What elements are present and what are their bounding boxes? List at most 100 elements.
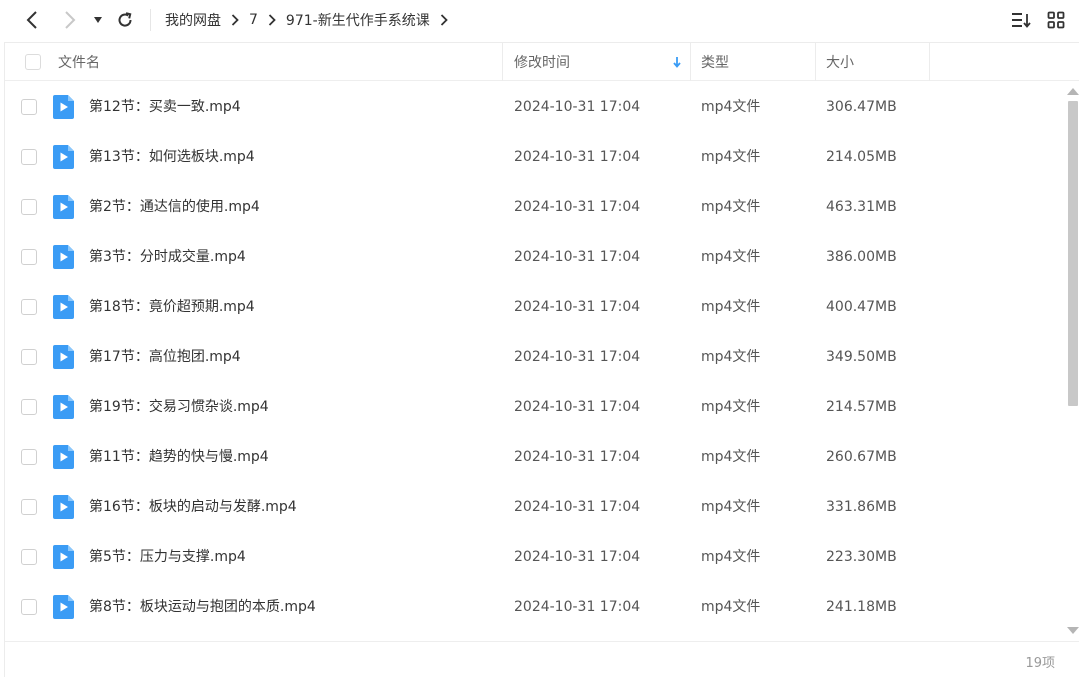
table-row[interactable]: 第16节：板块的启动与发酵.mp4 2024-10-31 17:04 mp4文件 33… xyxy=(5,482,1065,532)
file-type: mp4文件 xyxy=(701,599,761,615)
forward-button[interactable] xyxy=(56,6,84,34)
breadcrumb: 我的网盘 7 971-新生代作手系统课 xyxy=(160,0,453,40)
file-modified-time: 2024-10-31 17:04 xyxy=(514,149,641,165)
sort-arrow-down-icon[interactable] xyxy=(672,43,682,81)
file-size: 223.30MB xyxy=(826,549,897,565)
table-row[interactable]: 第19节：交易习惯杂谈.mp4 2024-10-31 17:04 mp4文件 214.… xyxy=(5,382,1065,432)
table-row[interactable]: 第18节：竟价超预期.mp4 2024-10-31 17:04 mp4文件 400.4… xyxy=(5,282,1065,332)
table-row[interactable]: 第3节：分时成交量.mp4 2024-10-31 17:04 mp4文件 386.00… xyxy=(5,232,1065,282)
row-checkbox[interactable] xyxy=(21,549,37,565)
breadcrumb-item-folder-7[interactable]: 7 xyxy=(244,12,263,28)
file-name[interactable]: 第19节：交易习惯杂谈.mp4 xyxy=(89,382,269,432)
breadcrumb-item-root[interactable]: 我的网盘 xyxy=(160,10,226,30)
sort-list-icon xyxy=(1012,13,1031,28)
table-row[interactable]: 第12节：买卖一致.mp4 2024-10-31 17:04 mp4文件 306.47… xyxy=(5,82,1065,132)
row-checkbox[interactable] xyxy=(21,249,37,265)
video-file-icon xyxy=(53,445,74,469)
history-dropdown-button[interactable] xyxy=(86,6,110,34)
chevron-right-icon xyxy=(226,14,244,26)
column-header-size[interactable]: 大小 xyxy=(826,43,854,81)
file-size: 463.31MB xyxy=(826,199,897,215)
file-modified-time: 2024-10-31 17:04 xyxy=(514,299,641,315)
file-name[interactable]: 第18节：竟价超预期.mp4 xyxy=(89,282,255,332)
chevron-right-icon xyxy=(263,14,281,26)
chevron-right-icon xyxy=(65,11,76,29)
row-checkbox[interactable] xyxy=(21,499,37,515)
file-name[interactable]: 第3节：分时成交量.mp4 xyxy=(89,232,246,282)
file-size: 386.00MB xyxy=(826,249,897,265)
table-row[interactable]: 第17节：高位抱团.mp4 2024-10-31 17:04 mp4文件 349.50… xyxy=(5,332,1065,382)
file-type: mp4文件 xyxy=(701,549,761,565)
file-name[interactable]: 第13节：如何选板块.mp4 xyxy=(89,132,255,182)
video-file-icon xyxy=(53,395,74,419)
file-size: 400.47MB xyxy=(826,299,897,315)
sort-button[interactable] xyxy=(1009,8,1033,32)
file-name[interactable]: 第12节：买卖一致.mp4 xyxy=(89,82,241,132)
file-modified-time: 2024-10-31 17:04 xyxy=(514,199,641,215)
row-checkbox[interactable] xyxy=(21,399,37,415)
scroll-down-arrow-icon[interactable] xyxy=(1067,627,1079,634)
table-row[interactable]: 第2节：通达信的使用.mp4 2024-10-31 17:04 mp4文件 463.3… xyxy=(5,182,1065,232)
column-divider[interactable] xyxy=(815,43,816,81)
toolbar-divider xyxy=(150,9,151,31)
file-modified-time: 2024-10-31 17:04 xyxy=(514,399,641,415)
scroll-up-arrow-icon[interactable] xyxy=(1067,88,1079,95)
view-toggle-button[interactable] xyxy=(1044,8,1068,32)
row-checkbox[interactable] xyxy=(21,199,37,215)
video-file-icon xyxy=(53,545,74,569)
caret-down-icon xyxy=(94,17,102,23)
column-divider[interactable] xyxy=(929,43,930,81)
refresh-icon xyxy=(118,12,132,27)
file-name[interactable]: 第17节：高位抱团.mp4 xyxy=(89,332,241,382)
checkbox[interactable] xyxy=(25,54,41,70)
file-type: mp4文件 xyxy=(701,499,761,515)
column-divider[interactable] xyxy=(690,43,691,81)
row-checkbox[interactable] xyxy=(21,149,37,165)
column-header-type[interactable]: 类型 xyxy=(701,43,729,81)
file-type: mp4文件 xyxy=(701,99,761,115)
breadcrumb-item-current[interactable]: 971-新生代作手系统课 xyxy=(281,10,435,30)
row-checkbox[interactable] xyxy=(21,599,37,615)
table-row[interactable]: 第11节：趋势的快与慢.mp4 2024-10-31 17:04 mp4文件 260.… xyxy=(5,432,1065,482)
column-divider[interactable] xyxy=(502,43,503,81)
table-row[interactable]: 第5节：压力与支撑.mp4 2024-10-31 17:04 mp4文件 223.30… xyxy=(5,532,1065,582)
grid-view-icon xyxy=(1047,11,1065,29)
scrollbar-thumb[interactable] xyxy=(1068,101,1078,406)
file-modified-time: 2024-10-31 17:04 xyxy=(514,99,641,115)
file-name[interactable]: 第16节：板块的启动与发酵.mp4 xyxy=(89,482,297,532)
file-modified-time: 2024-10-31 17:04 xyxy=(514,599,641,615)
file-modified-time: 2024-10-31 17:04 xyxy=(514,349,641,365)
column-header-name[interactable]: 文件名 xyxy=(58,43,100,81)
back-button[interactable] xyxy=(18,6,46,34)
column-header-modified[interactable]: 修改时间 xyxy=(514,43,570,81)
file-size: 214.57MB xyxy=(826,399,897,415)
row-checkbox[interactable] xyxy=(21,299,37,315)
file-size: 306.47MB xyxy=(826,99,897,115)
table-row[interactable]: 第8节：板块运动与抱团的本质.mp4 2024-10-31 17:04 mp4文件 2… xyxy=(5,582,1065,632)
video-file-icon xyxy=(53,95,74,119)
table-row[interactable]: 第13节：如何选板块.mp4 2024-10-31 17:04 mp4文件 214.0… xyxy=(5,132,1065,182)
file-type: mp4文件 xyxy=(701,199,761,215)
select-all-checkbox[interactable] xyxy=(25,43,41,81)
file-name[interactable]: 第8节：板块运动与抱团的本质.mp4 xyxy=(89,582,316,632)
item-count: 19项 xyxy=(1025,656,1055,671)
video-file-icon xyxy=(53,195,74,219)
table-header: 文件名 修改时间 类型 大小 xyxy=(5,43,1079,81)
file-type: mp4文件 xyxy=(701,349,761,365)
chevron-right-icon xyxy=(435,14,453,26)
footer-divider xyxy=(5,641,1079,642)
refresh-button[interactable] xyxy=(111,6,139,34)
row-checkbox[interactable] xyxy=(21,99,37,115)
file-size: 241.18MB xyxy=(826,599,897,615)
video-file-icon xyxy=(53,495,74,519)
video-file-icon xyxy=(53,595,74,619)
file-type: mp4文件 xyxy=(701,399,761,415)
row-checkbox[interactable] xyxy=(21,449,37,465)
file-list: 第12节：买卖一致.mp4 2024-10-31 17:04 mp4文件 306.47… xyxy=(5,82,1065,640)
file-name[interactable]: 第11节：趋势的快与慢.mp4 xyxy=(89,432,269,482)
row-checkbox[interactable] xyxy=(21,349,37,365)
file-name[interactable]: 第5节：压力与支撑.mp4 xyxy=(89,532,246,582)
file-name[interactable]: 第2节：通达信的使用.mp4 xyxy=(89,182,260,232)
file-type: mp4文件 xyxy=(701,149,761,165)
file-size: 214.05MB xyxy=(826,149,897,165)
